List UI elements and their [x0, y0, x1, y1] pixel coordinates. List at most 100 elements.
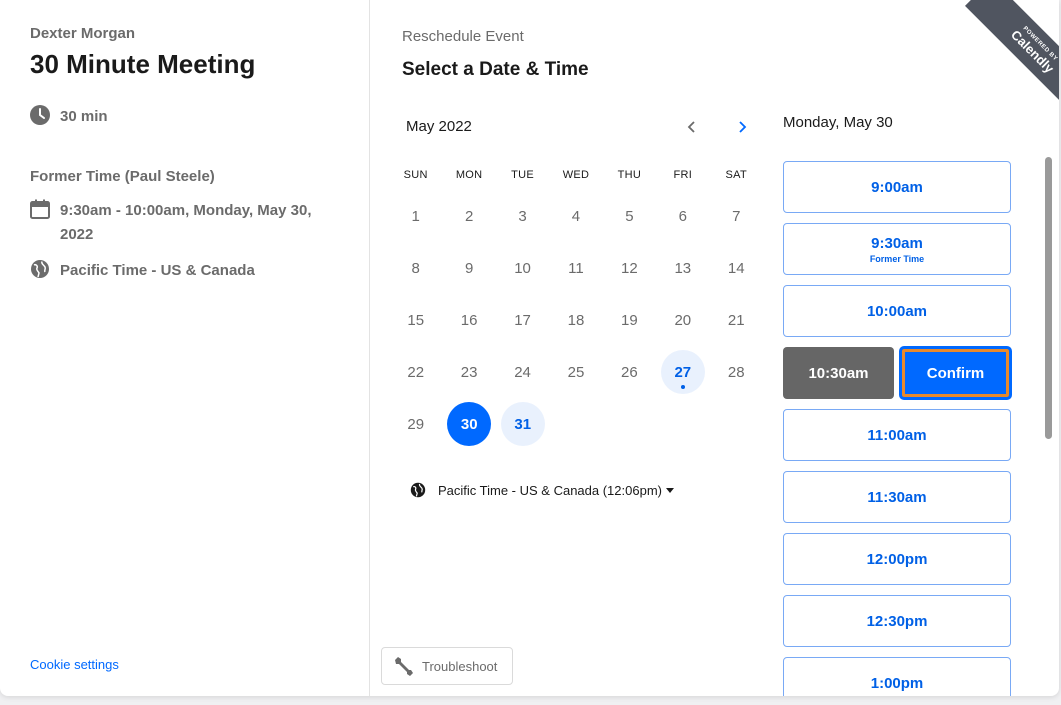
reschedule-label: Reschedule Event — [402, 28, 524, 45]
day-number: 4 — [571, 207, 581, 225]
time-slot[interactable]: 9:00am — [783, 161, 1011, 213]
powered-by-ribbon[interactable]: POWERED BY Calendly — [959, 0, 1059, 100]
calendar-day: 24 — [496, 346, 549, 398]
day-number: 5 — [625, 207, 634, 225]
weekday-label: WED — [562, 169, 590, 181]
time-slot[interactable]: 12:00pm — [783, 533, 1011, 585]
troubleshoot-button[interactable]: Troubleshoot — [381, 647, 513, 685]
day-number: 2 — [464, 207, 474, 225]
former-time-tag: Former Time — [869, 253, 925, 264]
wrench-icon — [395, 657, 413, 676]
calendar-day: 25 — [549, 346, 602, 398]
selected-time-slot[interactable]: 10:30am — [783, 347, 894, 399]
calendar-day: 16 — [442, 294, 495, 346]
weekday-label: TUE — [511, 169, 534, 181]
day-number: 13 — [674, 259, 692, 277]
calendar-day: 8 — [389, 242, 442, 294]
calendar-day: 26 — [603, 346, 656, 398]
calendar-day: 4 — [549, 190, 602, 242]
weekday-header: SUN MON TUE WED THU FRI SAT — [389, 160, 763, 190]
confirm-button[interactable]: Confirm — [900, 347, 1011, 399]
calendar-grid: SUN MON TUE WED THU FRI SAT 1 2 3 4 5 6 7 8 9 10 11 12 13 1… — [389, 160, 763, 450]
day-number: 7 — [732, 207, 741, 225]
calendar-day: 9 — [442, 242, 495, 294]
day-number: 3 — [518, 207, 527, 225]
day-number: 9 — [464, 259, 474, 277]
calendar-day: 18 — [549, 294, 602, 346]
duration-row: 30 min — [30, 105, 108, 129]
calendar-day: 17 — [496, 294, 549, 346]
day-number: 19 — [621, 311, 638, 329]
calendar-week: 8 9 10 11 12 13 14 — [389, 242, 763, 294]
day-number: 12 — [621, 259, 638, 277]
weekday-label: SUN — [403, 169, 428, 181]
organizer-name: Dexter Morgan — [30, 25, 136, 42]
calendar-day: 13 — [656, 242, 709, 294]
calendar-day-selected[interactable]: 30 — [443, 398, 497, 450]
calendar-week: 22 23 24 25 26 27 28 — [389, 346, 763, 398]
calendar-day-today[interactable]: 27 — [656, 346, 709, 398]
month-label: May 2022 — [406, 118, 472, 135]
time-slot[interactable]: 11:00am — [783, 409, 1011, 461]
time-slots-scrollbar[interactable] — [1045, 157, 1052, 439]
prev-month-button[interactable] — [680, 115, 704, 139]
former-time-row: 9:30am - 10:00am, Monday, May 30, 2022 — [30, 199, 312, 247]
calendar-day: 19 — [603, 294, 656, 346]
globe-icon — [31, 260, 49, 278]
time-slot[interactable]: 1:00pm — [783, 657, 1011, 696]
calendar-day: 21 — [710, 294, 763, 346]
day-number: 25 — [567, 363, 585, 381]
day-number: 8 — [411, 259, 420, 277]
day-number: 29 — [407, 415, 425, 433]
globe-icon — [410, 482, 426, 498]
day-number: 10 — [514, 259, 531, 277]
day-number: 21 — [727, 311, 745, 329]
calendar-week: 15 16 17 18 19 20 21 — [389, 294, 763, 346]
day-number: 30 — [447, 402, 492, 446]
event-details-panel: Dexter Morgan 30 Minute Meeting 30 min F… — [0, 0, 370, 696]
time-slot[interactable]: 10:00am — [783, 285, 1011, 337]
calendar-day: 7 — [710, 190, 763, 242]
chevron-left-icon — [687, 121, 695, 133]
day-number: 31 — [500, 402, 545, 446]
time-slot[interactable]: 9:30am Former Time — [783, 223, 1011, 275]
day-number: 14 — [727, 259, 745, 277]
calendar-day: 23 — [442, 346, 495, 398]
time-slot[interactable]: 12:30pm — [783, 595, 1011, 647]
weekday-label: FRI — [673, 169, 693, 181]
day-number: 15 — [407, 311, 425, 329]
day-number: 24 — [514, 363, 531, 381]
day-number: 26 — [621, 363, 638, 381]
calendar-day: 1 — [389, 190, 442, 242]
chevron-right-icon — [739, 121, 747, 133]
today-dot — [680, 385, 685, 389]
timezone-select-label: Pacific Time - US & Canada (12:06pm) — [438, 482, 662, 498]
calendar-day: 29 — [389, 398, 443, 450]
day-number: 6 — [678, 207, 687, 225]
time-slot[interactable]: 11:30am — [783, 471, 1011, 523]
day-number: 23 — [460, 363, 478, 381]
calendar-day: 10 — [496, 242, 549, 294]
day-number: 16 — [460, 311, 478, 329]
day-number: 1 — [411, 207, 420, 225]
timezone-select[interactable]: Pacific Time - US & Canada (12:06pm) — [410, 482, 674, 498]
calendar-day: 28 — [710, 346, 763, 398]
timezone-text: Pacific Time - US & Canada — [60, 262, 255, 279]
calendar-weeks: 1 2 3 4 5 6 7 8 9 10 11 12 13 14 15 16 17 18 19 20 21 22 23 24 2… — [389, 190, 763, 450]
weekday-label: THU — [617, 169, 642, 181]
next-month-button[interactable] — [730, 115, 754, 139]
calendar-day: 6 — [656, 190, 709, 242]
calendar-week: 29 30 31 — [389, 398, 763, 450]
former-time-label: Former Time (Paul Steele) — [30, 168, 215, 185]
event-title: 30 Minute Meeting — [30, 49, 256, 79]
day-number: 22 — [407, 363, 425, 381]
cookie-settings-link[interactable]: Cookie settings — [30, 657, 119, 672]
day-number: 18 — [567, 311, 585, 329]
calendar-day: 2 — [442, 190, 495, 242]
day-number: 28 — [727, 363, 745, 381]
calendar-day-available[interactable]: 31 — [496, 398, 550, 450]
weekday-label: MON — [455, 169, 483, 181]
calendar-day: 20 — [656, 294, 709, 346]
calendar-week: 1 2 3 4 5 6 7 — [389, 190, 763, 242]
caret-down-icon — [665, 487, 674, 493]
